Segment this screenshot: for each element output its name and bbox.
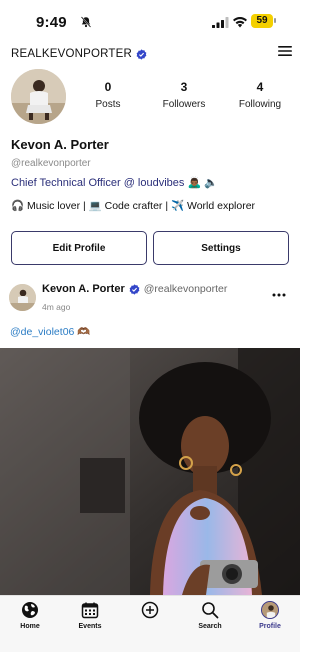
bell-muted-icon bbox=[80, 16, 92, 28]
username: REALKEVONPORTER bbox=[11, 48, 133, 60]
calendar-icon bbox=[81, 602, 99, 619]
more-options-icon[interactable] bbox=[272, 293, 286, 297]
cellular-signal-icon bbox=[212, 17, 229, 28]
stat-count: 0 bbox=[104, 80, 112, 94]
post-avatar-photo bbox=[9, 284, 36, 311]
stat-label: Following bbox=[238, 99, 282, 110]
tab-label: Home bbox=[20, 623, 40, 630]
post-caption-emoji: 🫶🏾 bbox=[77, 326, 91, 338]
status-bar: 9:49 59 bbox=[0, 0, 300, 44]
post-mention-link[interactable]: @de_violet06 bbox=[10, 326, 74, 338]
avatar-photo bbox=[11, 69, 66, 124]
post-author-handle: @realkevonporter bbox=[143, 283, 228, 295]
post-timestamp: 4m ago bbox=[42, 302, 71, 312]
stat-count: 4 bbox=[256, 80, 264, 94]
plus-circle-icon bbox=[141, 601, 159, 619]
profile-avatar[interactable] bbox=[11, 69, 66, 124]
settings-button[interactable]: Settings bbox=[153, 231, 289, 265]
stat-posts[interactable]: 0 Posts bbox=[70, 80, 146, 110]
post-photo-illustration bbox=[0, 348, 300, 595]
tab-label: Profile bbox=[259, 623, 281, 630]
profile-username-header: REALKEVONPORTER bbox=[11, 46, 147, 62]
profile-tab-avatar-photo bbox=[262, 602, 278, 618]
stat-label: Followers bbox=[162, 99, 206, 110]
stat-following[interactable]: 4 Following bbox=[222, 80, 298, 110]
verified-badge-icon bbox=[129, 283, 140, 295]
post-author-name[interactable]: Kevon A. Porter bbox=[42, 283, 125, 295]
profile-handle: @realkevonporter bbox=[11, 158, 91, 169]
post-image[interactable] bbox=[0, 348, 300, 595]
battery-tip bbox=[274, 18, 276, 23]
tab-home[interactable]: Home bbox=[0, 596, 60, 652]
tab-profile[interactable]: Profile bbox=[240, 596, 300, 652]
job-title-emoji: 🙇🏾‍♂️ 🔈 bbox=[187, 177, 218, 189]
globe-icon bbox=[22, 602, 38, 618]
battery-level: 59 bbox=[251, 14, 273, 28]
wifi-icon bbox=[233, 17, 247, 28]
stat-label: Posts bbox=[95, 99, 121, 110]
tab-search[interactable]: Search bbox=[180, 596, 240, 652]
edit-profile-button[interactable]: Edit Profile bbox=[11, 231, 147, 265]
post-author-row: Kevon A. Porter @realkevonporter bbox=[42, 283, 227, 295]
profile-stats: 0 Posts 3 Followers 4 Following bbox=[70, 80, 300, 110]
job-title-text: Chief Technical Officer @ loudvibes bbox=[11, 177, 185, 189]
bottom-tab-bar: Home Events Search Profile bbox=[0, 595, 300, 652]
profile-tab-avatar bbox=[261, 601, 279, 619]
tab-events[interactable]: Events bbox=[60, 596, 120, 652]
profile-job-title: Chief Technical Officer @ loudvibes 🙇🏾‍♂… bbox=[11, 176, 218, 189]
tab-label: Events bbox=[78, 623, 102, 630]
profile-full-name: Kevon A. Porter bbox=[11, 137, 109, 152]
stat-count: 3 bbox=[180, 80, 188, 94]
post-caption: @de_violet06 🫶🏾 bbox=[10, 325, 90, 338]
tab-create[interactable] bbox=[120, 596, 180, 652]
search-icon bbox=[202, 602, 219, 619]
verified-badge-icon bbox=[136, 48, 147, 60]
status-time: 9:49 bbox=[36, 14, 67, 31]
post-author-avatar[interactable] bbox=[9, 284, 36, 311]
stat-followers[interactable]: 3 Followers bbox=[146, 80, 222, 110]
hamburger-menu-icon[interactable] bbox=[278, 45, 292, 57]
tab-label: Search bbox=[198, 623, 222, 630]
profile-interests: 🎧 Music lover | 💻 Code crafter | ✈️ Worl… bbox=[11, 200, 256, 212]
